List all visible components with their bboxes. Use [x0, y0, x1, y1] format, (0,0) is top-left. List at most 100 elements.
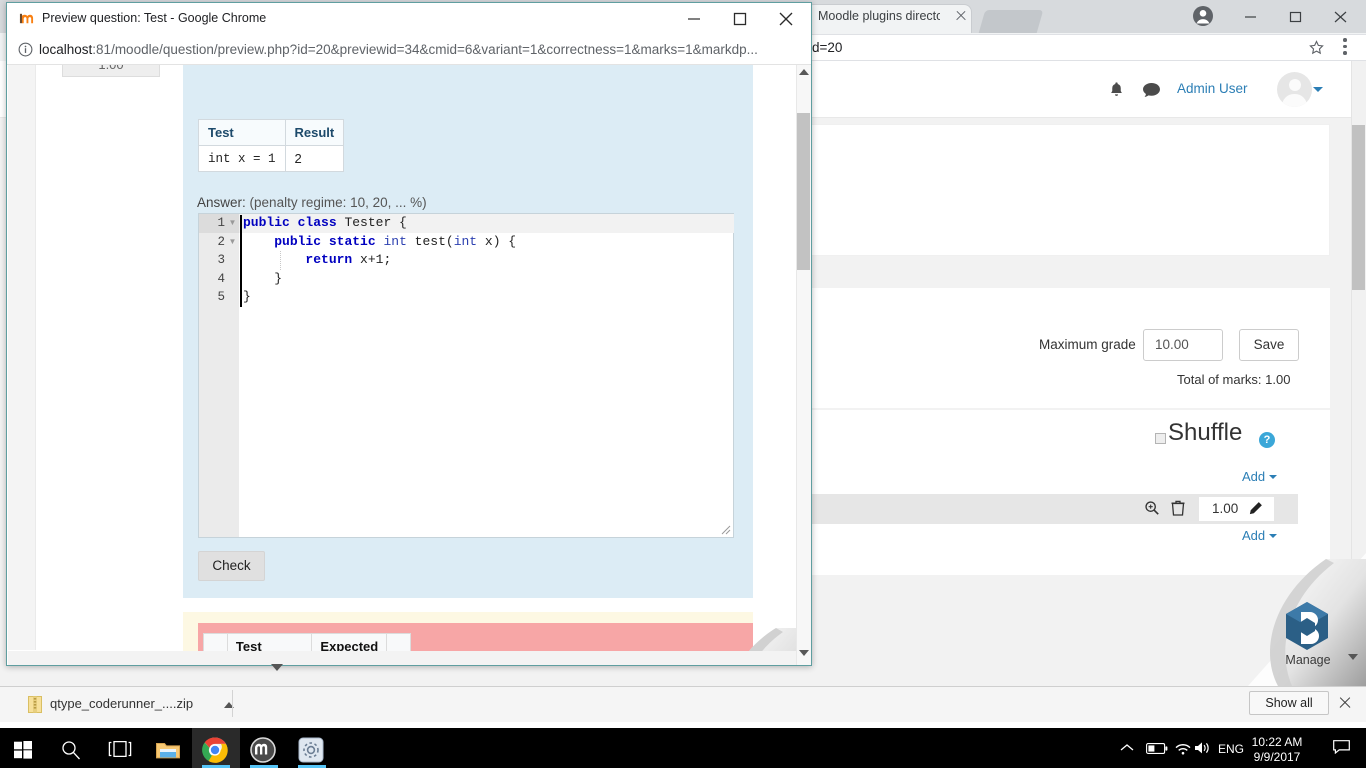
line-number-5: 5	[217, 290, 225, 304]
total-of-marks-label: Total of marks: 1.00	[1177, 372, 1291, 387]
sample-test-table: Test Result int x = 1 2	[198, 119, 345, 172]
editor-resize-grip[interactable]	[721, 525, 731, 535]
cell-test: int x = 1	[198, 145, 286, 172]
background-tab-close-icon[interactable]	[953, 8, 969, 24]
header-result: Result	[284, 119, 345, 146]
moodle-card-upper	[810, 124, 1330, 256]
cell-result: 2	[284, 145, 345, 172]
chrome-profile-icon[interactable]	[1191, 4, 1215, 28]
add-link-bottom-label: Add	[1242, 528, 1266, 543]
background-tab-title: Moodle plugins directory	[818, 9, 940, 23]
page-collapse-chevron-down-icon[interactable]	[271, 664, 283, 671]
chevron-down-icon	[1269, 534, 1278, 538]
background-address-bar[interactable]	[806, 34, 1366, 61]
clock-date: 9/9/2017	[1253, 750, 1301, 764]
moodle-card-questions	[810, 410, 1330, 575]
page-left-gutter	[8, 65, 36, 650]
notification-icon[interactable]	[1333, 740, 1350, 755]
moodle-favicon	[19, 11, 34, 26]
notifications-bell-icon[interactable]	[1108, 81, 1125, 99]
help-icon[interactable]: ?	[1259, 432, 1275, 448]
maximum-grade-label: Maximum grade	[1039, 337, 1136, 352]
minimize-button[interactable]	[671, 3, 717, 34]
background-url-text: d=20	[812, 40, 843, 55]
settings-app-button[interactable]	[288, 728, 336, 768]
editor-gutter: 1 2 3 4 5 ▼ ▼	[199, 214, 239, 537]
bitdefender-manage-widget-background[interactable]: Manage	[1248, 553, 1366, 686]
show-all-downloads-button[interactable]: Show all	[1249, 691, 1329, 715]
partial-mark-box[interactable]: 1.00	[62, 65, 160, 77]
chrome-menu-icon[interactable]	[1343, 38, 1347, 56]
add-link-bottom[interactable]: Add	[1242, 528, 1278, 543]
manage-chevron-down-icon-background[interactable]	[1348, 654, 1358, 660]
file-explorer-button[interactable]	[144, 728, 192, 768]
pencil-icon[interactable]	[1248, 501, 1263, 516]
foreground-chrome-window: Preview question: Test - Google Chrome l…	[6, 2, 812, 666]
code-line-2: public static int test(int x) {	[274, 233, 517, 249]
background-close-button[interactable]	[1318, 2, 1363, 31]
code-line-4: }	[243, 270, 283, 286]
avatar[interactable]	[1277, 72, 1312, 107]
manage-label-background: Manage	[1285, 653, 1331, 667]
answer-label: Answer:	[197, 195, 246, 210]
magnifier-icon[interactable]	[1144, 500, 1160, 516]
background-minimize-button[interactable]	[1228, 2, 1273, 31]
editor-code-area[interactable]: public class Tester { public static int …	[240, 214, 734, 537]
url-path: :81/moodle/question/preview.php?id=20&pr…	[92, 42, 758, 57]
maximize-button[interactable]	[717, 3, 763, 34]
line-number-2: 2	[217, 234, 225, 249]
foreground-window-title: Preview question: Test - Google Chrome	[42, 11, 267, 25]
url-host: localhost	[39, 42, 93, 57]
code-editor[interactable]: 1 2 3 4 5 ▼ ▼ public class Tester { publ…	[198, 213, 734, 538]
shuffle-checkbox[interactable]	[1155, 433, 1166, 444]
answer-label-row: Answer: (penalty regime: 10, 20, ... %)	[197, 195, 427, 210]
clock[interactable]: 10:22 AM 9/9/2017	[1245, 735, 1309, 765]
download-file-name: qtype_coderunner_....zip	[50, 696, 194, 711]
check-button[interactable]: Check	[198, 551, 265, 581]
zip-file-icon	[28, 696, 42, 713]
fold-marker-line-1[interactable]: ▼	[228, 214, 237, 233]
table-row: int x = 1 2	[198, 145, 345, 172]
language-indicator[interactable]: ENG	[1218, 742, 1244, 756]
code-line-3: return x+1;	[305, 252, 392, 267]
penalty-regime-label: (penalty regime: 10, 20, ... %)	[249, 195, 427, 210]
foreground-horizontal-scrollbar[interactable]	[8, 651, 796, 665]
new-tab-button[interactable]	[978, 10, 1044, 33]
add-link-top[interactable]: Add	[1242, 469, 1278, 484]
foreground-page-viewport: 1.00 Test Result int x = 1 2 Answer: (pe…	[8, 65, 811, 665]
foreground-url-text: localhost:81/moodle/question/preview.php…	[39, 42, 758, 57]
code-line-1: public class Tester {	[243, 215, 407, 230]
close-button[interactable]	[763, 3, 809, 34]
download-bar-close-icon[interactable]	[1338, 696, 1352, 710]
download-bar	[0, 686, 1366, 722]
chrome-button[interactable]	[192, 728, 240, 768]
background-maximize-button[interactable]	[1273, 2, 1318, 31]
admin-user-link[interactable]: Admin User	[1177, 81, 1248, 96]
background-window-scrollbar-thumb[interactable]	[1352, 125, 1365, 290]
download-bar-divider	[232, 690, 233, 717]
header-test: Test	[198, 119, 286, 146]
foreground-window-controls	[671, 3, 811, 34]
add-link-top-label: Add	[1242, 469, 1266, 484]
start-button[interactable]	[0, 728, 48, 768]
line-number-4: 4	[217, 271, 225, 286]
foreground-scrollbar-thumb[interactable]	[797, 113, 810, 270]
scroll-up-arrow-icon[interactable]	[799, 69, 809, 75]
user-menu-chevron-down-icon[interactable]	[1313, 87, 1323, 92]
bookmark-star-icon[interactable]	[1308, 39, 1325, 56]
trash-icon[interactable]	[1171, 500, 1185, 516]
line-number-1: 1	[217, 216, 225, 230]
task-view-button[interactable]	[96, 728, 144, 768]
search-button[interactable]	[48, 728, 96, 768]
scroll-down-arrow-icon[interactable]	[799, 650, 809, 656]
maximum-grade-input[interactable]: 10.00	[1143, 329, 1223, 361]
chevron-down-icon	[1269, 475, 1278, 479]
table-header-row: Test Result	[198, 119, 345, 146]
page-info-icon[interactable]	[18, 42, 33, 57]
moodle-preview-page: 1.00 Test Result int x = 1 2 Answer: (pe…	[8, 65, 796, 665]
fold-marker-line-2[interactable]: ▼	[228, 233, 237, 252]
messages-icon[interactable]	[1142, 82, 1161, 98]
moodle-app-button[interactable]	[240, 728, 288, 768]
save-button[interactable]: Save	[1239, 329, 1299, 361]
code-line-5: }	[243, 289, 251, 304]
